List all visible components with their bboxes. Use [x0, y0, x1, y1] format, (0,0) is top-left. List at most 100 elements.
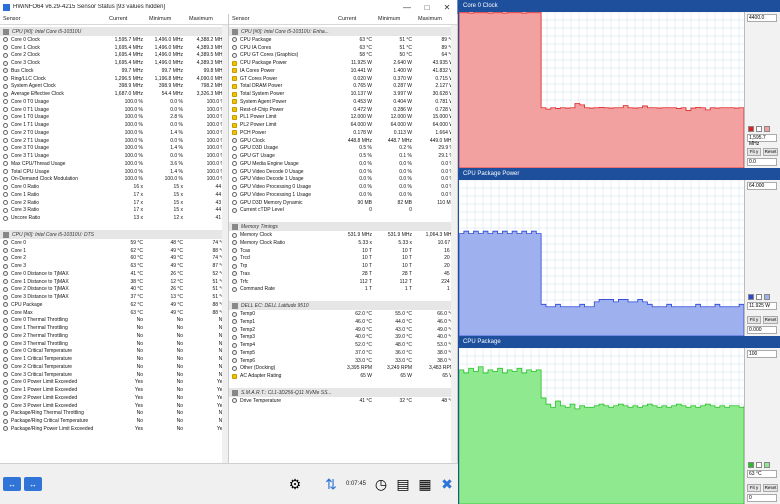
sensor-row[interactable]: Core 1 Distance to TjMAX 38 °C 12 °C 51 °C — [0, 278, 228, 286]
close-icon[interactable]: ✖ — [436, 473, 458, 495]
column-maximum[interactable]: Maximum — [186, 16, 228, 22]
sensor-row[interactable]: Other (Docking) 3,395 RPM 3,249 RPM 3,483 R… — [229, 365, 457, 373]
series-color-swatch[interactable] — [748, 294, 754, 300]
sensor-row[interactable]: Average Effective Clock 1,687.0 MHz 54.4 M… — [0, 90, 228, 98]
sensor-row[interactable]: Temp2 49.0 °C 43.0 °C 49.0 °C — [229, 326, 457, 334]
scrollbar-right[interactable] — [451, 25, 457, 463]
sensor-row[interactable]: Temp3 40.0 °C 39.0 °C 40.0 °C — [229, 334, 457, 342]
sensor-row[interactable]: Core 1 T0 Usage 100.0 % 2.8 % 100.0 % — [0, 114, 228, 122]
sensor-row[interactable]: Core 2 Ratio 17 x 15 x 43 x — [0, 199, 228, 207]
graph-max-field[interactable]: 64.000 — [747, 182, 777, 190]
sensor-row[interactable]: Core 1 Critical TemperatureNoNoNo — [0, 355, 228, 363]
column-minimum[interactable]: Minimum — [146, 16, 186, 22]
sensor-row[interactable]: AC Adapter Rating 65 W 65 W 65 W — [229, 372, 457, 380]
graph-min-field[interactable]: 0.0 — [747, 158, 777, 166]
sensor-row[interactable]: Core 0 Distance to TjMAX 41 °C 26 °C 52 °C — [0, 270, 228, 278]
sensor-row[interactable]: Temp4 52.0 °C 48.0 °C 53.0 °C — [229, 341, 457, 349]
settings-icon[interactable]: ⚙ — [284, 473, 306, 495]
sensor-row[interactable]: Core 0 Thermal ThrottlingNoNoNo — [0, 317, 228, 325]
series-color-swatch[interactable] — [748, 126, 754, 132]
sensor-row[interactable]: Core Max 63 °C 49 °C 88 °C — [0, 309, 228, 317]
swatch-fill[interactable] — [764, 126, 770, 132]
sensor-row[interactable]: System Agent Power 0.453 W 0.404 W 0.781 W — [229, 98, 457, 106]
sensor-row[interactable]: Core 2 Critical TemperatureNoNoNo — [0, 363, 228, 371]
sensor-row[interactable]: Memory Clock 531.9 MHz 531.9 MHz 1,064.3 MH… — [229, 231, 457, 239]
sensor-row[interactable]: Trp 10 T 10 T 20 T — [229, 262, 457, 270]
swatch-fill[interactable] — [764, 462, 770, 468]
sensor-row[interactable]: Temp5 37.0 °C 36.0 °C 38.0 °C — [229, 349, 457, 357]
sensor-row[interactable]: PL1 Power Limit 12.000 W 12.000 W 15.000 W — [229, 114, 457, 122]
sensor-row[interactable]: Total CPU Usage 100.0 % 1.4 % 100.0 % — [0, 168, 228, 176]
sensor-row[interactable]: GPU Video Decode 1 Usage 0.0 % 0.0 % 0.0 % — [229, 176, 457, 184]
series-color-swatch[interactable] — [748, 462, 754, 468]
swatch-white[interactable] — [756, 126, 762, 132]
sensor-row[interactable]: Core 3 Ratio 17 x 15 x 44 x — [0, 207, 228, 215]
reset-button[interactable]: Reset — [763, 484, 778, 492]
sensor-row[interactable]: GPU D3D Memory Dynamic 90 MB 82 MB 110 MB — [229, 199, 457, 207]
sensor-row[interactable]: Package/Ring Thermal ThrottlingNoNoNo — [0, 410, 228, 418]
sensor-row[interactable]: Current cTDP Level000 — [229, 207, 457, 215]
sensor-row[interactable]: Core 1 T1 Usage 100.0 % 0.0 % 100.0 % — [0, 121, 228, 129]
sensor-row[interactable]: Core 3 Thermal ThrottlingNoNoNo — [0, 340, 228, 348]
sensor-row[interactable]: Total System Power 10.137 W 3.997 W 30.628 … — [229, 90, 457, 98]
sensor-row[interactable]: Trcd 10 T 10 T 20 T — [229, 255, 457, 263]
sensor-row[interactable]: CPU Package 63 °C 51 °C 89 °C — [229, 36, 457, 44]
swatch-white[interactable] — [756, 294, 762, 300]
column-current[interactable]: Current — [106, 16, 146, 22]
graph-min-field[interactable]: 0 — [747, 494, 777, 502]
graph-max-field[interactable]: 4400.0 — [747, 14, 777, 22]
sensor-row[interactable]: Core 0 T1 Usage 100.0 % 0.0 % 100.0 % — [0, 106, 228, 114]
sensor-row[interactable]: Temp0 62.0 °C 55.0 °C 66.0 °C — [229, 310, 457, 318]
swatch-white[interactable] — [756, 462, 762, 468]
sensor-row[interactable]: GPU GT Usage 0.5 % 0.1 % 29.1 % — [229, 152, 457, 160]
reset-button[interactable]: Reset — [763, 148, 778, 156]
sensor-row[interactable]: Core 1 Clock 1,695.4 MHz 1,496.0 MHz 4,389.… — [0, 44, 228, 52]
sensor-group-header[interactable]: CPU [#0]: Intel Core i5-10310U: Enha... — [229, 27, 457, 36]
report-icon[interactable]: ▤ — [392, 473, 414, 495]
swatch-fill[interactable] — [764, 294, 770, 300]
sensor-row[interactable]: Core 2 Thermal ThrottlingNoNoNo — [0, 332, 228, 340]
sensor-group-header[interactable]: S.M.A.R.T.: CL1-3D256-Q11 NVMe SS... — [229, 388, 457, 397]
sensor-row[interactable]: Core 3 Distance to TjMAX 37 °C 13 °C 51 °C — [0, 293, 228, 301]
sensor-row[interactable]: GPU D3D Usage 0.5 % 0.2 % 29.9 % — [229, 145, 457, 153]
sensor-row[interactable]: CPU Package Power 11.925 W 2.640 W 43.935 W — [229, 59, 457, 67]
sensor-row[interactable]: Core 3 63 °C 49 °C 87 °C — [0, 262, 228, 270]
sensor-row[interactable]: Core 3 Critical TemperatureNoNoNo — [0, 371, 228, 379]
sensor-row[interactable]: Core 0 Clock 1,595.7 MHz 1,496.0 MHz 4,388.… — [0, 36, 228, 44]
sensor-row[interactable]: Package/Ring Power Limit Exceeded Yes No Ye… — [0, 425, 228, 433]
sensor-row[interactable]: Uncore Ratio 13 x 12 x 41 x — [0, 214, 228, 222]
sensor-row[interactable]: Trfc 112 T 112 T 224 T — [229, 278, 457, 286]
sensor-row[interactable]: GPU Media Engine Usage 0.0 % 0.0 % 0.0 % — [229, 160, 457, 168]
column-current[interactable]: Current — [335, 16, 375, 22]
sensor-row[interactable]: Tras 28 T 28 T 45 T — [229, 270, 457, 278]
sensor-row[interactable]: Core 1 Ratio 17 x 15 x 44 x — [0, 191, 228, 199]
sensor-row[interactable]: Core 3 T0 Usage 100.0 % 1.4 % 100.0 % — [0, 145, 228, 153]
sensor-row[interactable]: Rest-of-Chip Power 0.472 W 0.286 W 0.728 W — [229, 106, 457, 114]
clock-icon[interactable]: ◷ — [370, 473, 392, 495]
sensor-row[interactable]: Core 1 62 °C 49 °C 88 °C — [0, 247, 228, 255]
sensor-row[interactable]: Core 1 Power Limit Exceeded Yes No Yes — [0, 386, 228, 394]
fit-y-button[interactable]: Fit y — [747, 484, 761, 492]
minimize-button[interactable]: — — [397, 3, 417, 12]
graph-min-field[interactable]: 0.000 — [747, 326, 777, 334]
network-icon[interactable]: ⇅ — [320, 473, 342, 495]
sensor-row[interactable]: Max CPU/Thread Usage 100.0 % 3.6 % 100.0 % — [0, 160, 228, 168]
sensor-row[interactable]: Memory Clock Ratio 5.33 x 5.33 x 10.67 x — [229, 239, 457, 247]
sensor-row[interactable]: GPU Video Processing 0 Usage 0.0 % 0.0 % 0.… — [229, 183, 457, 191]
sensor-row[interactable]: CPU IA Cores 63 °C 51 °C 89 °C — [229, 44, 457, 52]
layout-icon[interactable]: ▦ — [414, 473, 436, 495]
column-sensor[interactable]: Sensor — [0, 16, 106, 22]
sensor-row[interactable]: Core 2 60 °C 49 °C 74 °C — [0, 255, 228, 263]
scrollbar-left[interactable] — [222, 25, 228, 463]
sensor-row[interactable]: CPU GT Cores (Graphics) 58 °C 50 °C 64 °C — [229, 52, 457, 60]
sensor-row[interactable]: Core 2 T0 Usage 100.0 % 1.4 % 100.0 % — [0, 129, 228, 137]
arrows-left-right-icon[interactable]: ↔ — [3, 477, 21, 491]
sensor-group-header[interactable]: CPU [#0]: Intel Core i5-10310U — [0, 27, 228, 36]
sensor-row[interactable]: Bus Clock 99.7 MHz 99.7 MHz 99.8 MHz — [0, 67, 228, 75]
sensor-row[interactable]: Core 2 Distance to TjMAX 40 °C 26 °C 51 °C — [0, 286, 228, 294]
sensor-row[interactable]: IA Cores Power 10.441 W 1.400 W 41.832 W — [229, 67, 457, 75]
column-maximum[interactable]: Maximum — [415, 16, 457, 22]
sensor-row[interactable]: Core 3 T1 Usage 100.0 % 0.0 % 100.0 % — [0, 152, 228, 160]
fit-y-button[interactable]: Fit y — [747, 316, 761, 324]
sensor-row[interactable]: System Agent Clock 398.9 MHz 398.9 MHz 798.… — [0, 83, 228, 91]
